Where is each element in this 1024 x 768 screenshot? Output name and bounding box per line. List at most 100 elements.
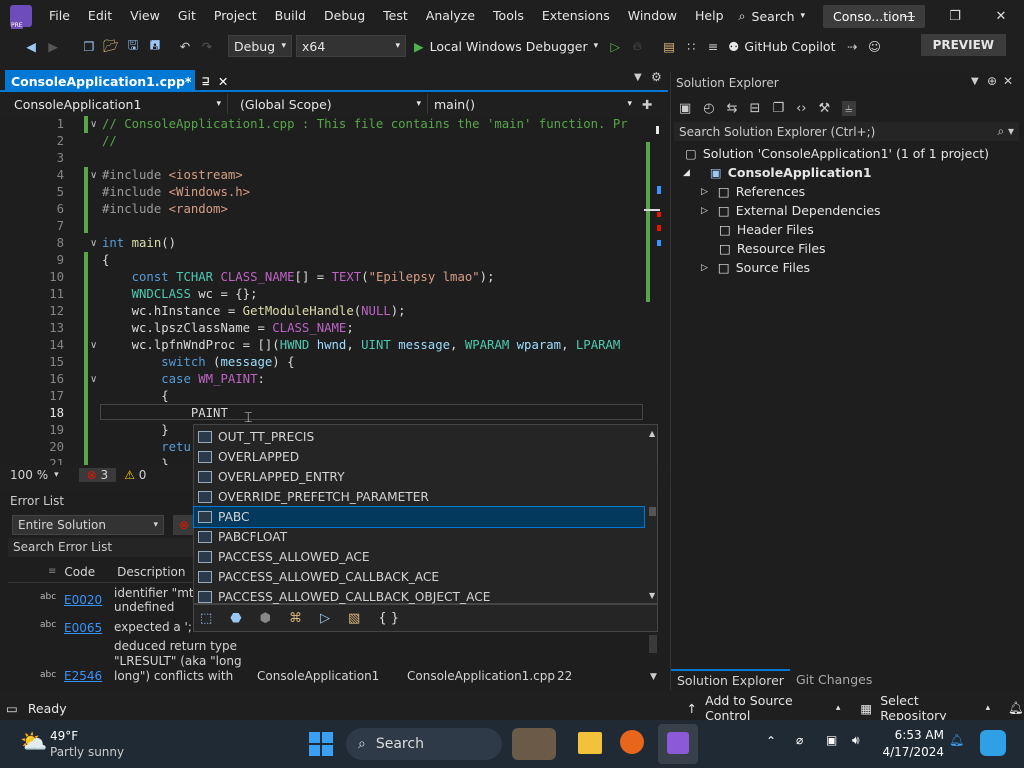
braces-filter-icon[interactable]: { } xyxy=(378,611,399,626)
tree-item-source-files[interactable]: ▷ □ Source Files xyxy=(701,258,810,277)
error-count-badge[interactable]: ⊗ 3 xyxy=(78,467,117,482)
weather-desc[interactable]: Partly sunny xyxy=(50,745,124,759)
configuration-select[interactable]: Debug ▾ xyxy=(228,35,292,57)
tree-item-external-dependencies[interactable]: ▷ □ External Dependencies xyxy=(701,201,881,220)
editor-scrollbar[interactable] xyxy=(644,116,665,465)
member-dropdown[interactable]: main() ▾ xyxy=(428,94,638,114)
save-icon[interactable]: 🖫 xyxy=(122,35,144,57)
tab-consoleapplication1-cpp[interactable]: ConsoleApplication1.cpp* ⊒ ✕ xyxy=(5,70,228,92)
clock-date[interactable]: 4/17/2024 xyxy=(872,745,944,759)
weather-icon[interactable]: ⛅ xyxy=(20,730,47,755)
completion-item[interactable]: OVERLAPPED xyxy=(194,447,644,467)
menu-file[interactable]: File xyxy=(40,0,79,32)
close-icon[interactable]: ✕ xyxy=(1003,74,1013,88)
menu-window[interactable]: Window xyxy=(619,0,686,32)
network-icon[interactable]: ⌀ xyxy=(796,733,803,747)
fold-icon[interactable]: ∨ xyxy=(90,374,97,385)
chevron-down-icon[interactable]: ▾ xyxy=(54,470,59,480)
namespace-filter-icon[interactable]: ⌘ xyxy=(289,611,302,626)
back-icon[interactable]: ◀ xyxy=(20,35,42,57)
menu-analyze[interactable]: Analyze xyxy=(417,0,484,32)
code-line[interactable]: 5 #include <Windows.h> xyxy=(0,184,640,201)
chevron-up-icon[interactable]: ▲ xyxy=(649,429,655,438)
preview-selected-icon[interactable]: ⫨ xyxy=(842,100,856,116)
chevron-down-icon[interactable]: ▼ xyxy=(634,72,642,83)
tree-item-resource-files[interactable]: □ Resource Files xyxy=(719,239,826,258)
menu-project[interactable]: Project xyxy=(205,0,266,32)
widgets-image[interactable] xyxy=(512,728,556,760)
completion-item[interactable]: OUT_TT_PRECIS xyxy=(194,427,644,447)
file-explorer-icon[interactable] xyxy=(578,732,602,754)
code-line[interactable]: 15 switch (message) { xyxy=(0,354,640,371)
tab-git-changes[interactable]: Git Changes xyxy=(790,670,878,689)
code-line[interactable]: 12 wc.hInstance = GetModuleHandle(NULL); xyxy=(0,303,640,320)
chevron-down-icon[interactable]: ▼ xyxy=(971,76,979,87)
save-all-icon[interactable]: 🖪 xyxy=(144,35,166,57)
undo-icon[interactable]: ↶ xyxy=(174,35,196,57)
vs-logo-icon[interactable] xyxy=(10,5,32,29)
show-all-files-icon[interactable]: ❐ xyxy=(772,101,784,116)
fold-icon[interactable]: ∨ xyxy=(90,170,97,181)
error-code-link[interactable]: E0065 xyxy=(64,621,102,635)
tree-item-header-files[interactable]: □ Header Files xyxy=(719,220,814,239)
completion-item[interactable]: OVERLAPPED_ENTRY xyxy=(194,467,644,487)
display-icon[interactable]: ▣ xyxy=(826,733,837,747)
menu-build[interactable]: Build xyxy=(266,0,315,32)
start-without-debugging-icon[interactable]: ▷ xyxy=(604,35,626,57)
menu-test[interactable]: Test xyxy=(374,0,417,32)
minimize-button[interactable]: — xyxy=(886,0,932,32)
chevron-down-icon[interactable]: ▼ xyxy=(649,591,655,600)
tab-solution-explorer[interactable]: Solution Explorer xyxy=(671,668,790,690)
solution-search-input[interactable]: Search Solution Explorer (Ctrl+;) ⌕ ▾ xyxy=(674,122,1019,141)
code-view-icon[interactable]: ‹› xyxy=(796,101,806,116)
code-line[interactable]: 13 wc.lpszClassName = CLASS_NAME; xyxy=(0,320,640,337)
copilot-taskbar-icon[interactable] xyxy=(980,730,1006,756)
gear-icon[interactable]: ⚙ xyxy=(651,70,662,84)
step-icon[interactable]: ∷ xyxy=(680,35,702,57)
completion-item[interactable]: PABC xyxy=(193,506,645,528)
completion-item[interactable]: PABCFLOAT xyxy=(194,527,644,547)
add-to-source-control[interactable]: Add to Source Control xyxy=(705,693,830,723)
code-line[interactable]: 7 xyxy=(0,218,640,235)
code-line[interactable]: 10 const TCHAR CLASS_NAME[] = TEXT("Epil… xyxy=(0,269,640,286)
split-icon[interactable]: ✚ xyxy=(642,97,652,112)
code-line[interactable]: 11 WNDCLASS wc = {}; xyxy=(0,286,640,303)
completion-item[interactable]: PACCESS_ALLOWED_CALLBACK_ACE xyxy=(194,567,644,587)
code-line[interactable]: 9{ xyxy=(0,252,640,269)
sort-icon[interactable]: ≡ xyxy=(48,566,56,577)
hot-reload-icon[interactable]: 🔥︎ xyxy=(626,35,648,57)
project-dropdown[interactable]: ConsoleApplication1 ▾ xyxy=(8,94,228,114)
redo-icon[interactable]: ↷ xyxy=(196,35,218,57)
error-code-link[interactable]: E2546 xyxy=(64,669,102,683)
close-icon[interactable]: ✕ xyxy=(218,74,228,89)
taskbar-search[interactable]: ⌕ Search xyxy=(346,728,502,760)
feedback-icon[interactable]: ☺ xyxy=(864,35,886,57)
menu-git[interactable]: Git xyxy=(169,0,205,32)
col-code-header[interactable]: Code xyxy=(64,565,95,579)
chevron-up-icon[interactable]: ▴ xyxy=(986,703,991,713)
firefox-icon[interactable] xyxy=(620,730,644,754)
new-project-icon[interactable]: ❐ xyxy=(78,35,100,57)
code-line[interactable]: 2 // xyxy=(0,133,640,150)
platform-select[interactable]: x64 ▾ xyxy=(296,35,406,57)
zoom-level[interactable]: 100 % xyxy=(10,468,48,482)
menu-edit[interactable]: Edit xyxy=(79,0,121,32)
forward-icon[interactable]: ▶ xyxy=(42,35,64,57)
chevron-down-icon[interactable]: ▼ xyxy=(650,672,657,682)
start-windows-icon[interactable] xyxy=(309,732,333,756)
format-icon[interactable]: ≡ xyxy=(702,35,724,57)
scope-dropdown[interactable]: (Global Scope) ▾ xyxy=(228,94,428,114)
menu-tools[interactable]: Tools xyxy=(484,0,533,32)
error-search-input[interactable]: Search Error List xyxy=(8,538,194,557)
tree-item-references[interactable]: ▷ □ References xyxy=(701,182,805,201)
code-editor[interactable]: 1 // ConsoleApplication1.cpp : This file … xyxy=(0,116,668,465)
preview-badge[interactable]: PREVIEW xyxy=(920,34,1006,56)
error-list-scrollbar[interactable] xyxy=(649,635,657,653)
menu-help[interactable]: Help xyxy=(686,0,733,32)
errors-filter-icon[interactable]: ⊗ xyxy=(173,515,195,535)
history-icon[interactable]: ◴ xyxy=(703,101,714,116)
error-code-link[interactable]: E0020 xyxy=(64,593,102,607)
code-line[interactable]: 17 { xyxy=(0,388,640,405)
properties-wrench-icon[interactable]: ⚒ xyxy=(819,101,831,116)
weather-temp[interactable]: 49°F xyxy=(50,729,78,743)
